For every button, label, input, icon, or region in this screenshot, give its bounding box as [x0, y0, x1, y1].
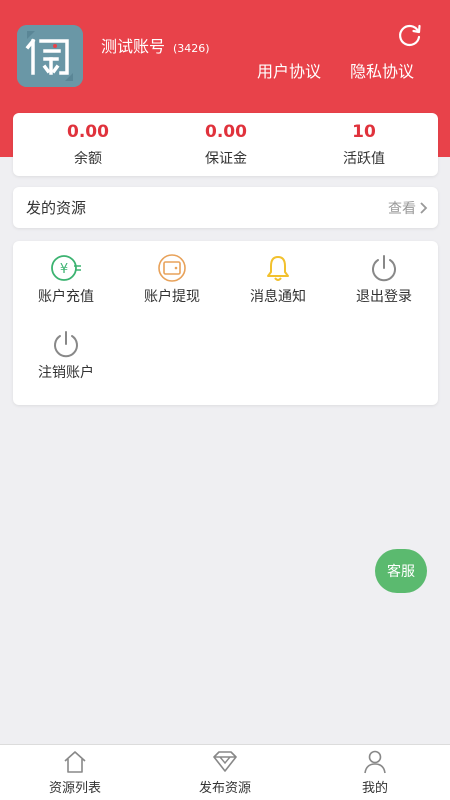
account-name-text: 测试账号 [101, 37, 166, 56]
stat-value: 0.00 [205, 122, 247, 142]
chevron-right-icon [420, 202, 428, 214]
stat-label: 保证金 [205, 151, 247, 167]
menu-item-label: 注销账户 [38, 365, 94, 381]
diamond-icon [213, 751, 237, 772]
stat-value: 10 [352, 122, 376, 142]
my-resources-label: 发的资源 [26, 199, 87, 217]
view-label: 查看 [388, 201, 416, 217]
customer-service-button[interactable]: 客服 [375, 549, 427, 593]
user-agreement-link[interactable]: 用户协议 [257, 58, 321, 82]
stat-deposit[interactable]: 0.00 保证金 [161, 113, 291, 168]
menu-item-logout[interactable]: 退出登录 [331, 245, 437, 313]
account-id: (3426) [173, 42, 210, 55]
tab-label: 我的 [361, 781, 388, 796]
refresh-icon[interactable] [397, 22, 423, 48]
tab-mine[interactable]: 我的 [300, 745, 450, 800]
stats-card: 0.00 余额 0.00 保证金 10 活跃值 [13, 113, 438, 176]
bottom-tab-bar: 资源列表 发布资源 我的 [0, 744, 450, 800]
power-icon [372, 255, 396, 282]
menu-item-label: 退出登录 [356, 289, 412, 305]
menu-item-label: 账户充值 [38, 289, 94, 305]
wallet-icon [158, 254, 186, 282]
menu-item-notifications[interactable]: 消息通知 [225, 245, 331, 313]
menu-item-label: 账户提现 [144, 289, 200, 305]
home-icon [64, 751, 86, 773]
account-name: 测试账号 (3426) [101, 33, 210, 57]
stat-balance[interactable]: 0.00 余额 [23, 113, 153, 168]
stat-label: 活跃值 [343, 151, 385, 167]
menu-item-withdraw[interactable]: 账户提现 [119, 245, 225, 313]
menu-item-label: 消息通知 [250, 289, 306, 305]
menu-item-recharge[interactable]: ¥ 账户充值 [13, 245, 119, 313]
stat-label: 余额 [74, 151, 102, 167]
svg-text:¥: ¥ [60, 262, 68, 277]
stat-value: 0.00 [67, 122, 109, 142]
menu-item-deactivate[interactable]: 注销账户 [13, 321, 119, 389]
bell-icon [267, 256, 289, 281]
tab-publish-resource[interactable]: 发布资源 [150, 745, 300, 800]
stat-activity[interactable]: 10 活跃值 [299, 113, 429, 168]
tab-label: 资源列表 [48, 781, 101, 796]
recharge-icon: ¥ [51, 255, 81, 281]
power-icon [54, 331, 78, 358]
app-logo-icon[interactable] [17, 25, 83, 87]
tab-label: 发布资源 [198, 781, 251, 796]
privacy-policy-link[interactable]: 隐私协议 [350, 58, 414, 82]
menu-grid: ¥ 账户充值 账户提现 消息通知 退出登录 注销账户 [13, 241, 438, 405]
tab-resource-list[interactable]: 资源列表 [0, 745, 150, 800]
user-icon [364, 750, 386, 774]
view-resources-link[interactable]: 查看 [388, 198, 428, 218]
my-resources-row[interactable]: 发的资源 查看 [13, 187, 438, 228]
